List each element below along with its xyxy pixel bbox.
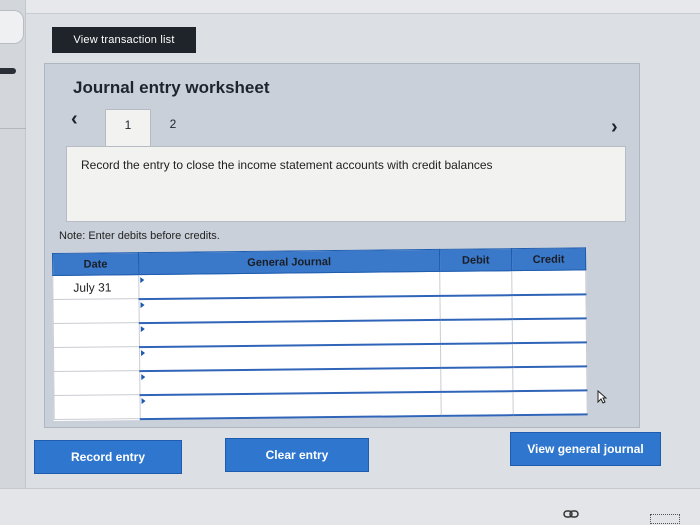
chevron-left-icon[interactable]: ‹: [71, 108, 78, 131]
journal-table: Date General Journal Debit Credit July 3…: [52, 247, 588, 421]
link-icon[interactable]: [563, 506, 579, 522]
debit-cell[interactable]: [439, 270, 513, 296]
credit-input[interactable]: [513, 367, 587, 389]
header-credit: Credit: [511, 247, 586, 271]
grid-icon[interactable]: [650, 514, 680, 524]
table-row: [53, 389, 588, 420]
header-date: Date: [52, 252, 139, 276]
account-input[interactable]: [139, 297, 440, 321]
debit-cell[interactable]: [440, 366, 514, 392]
top-strip: [0, 0, 700, 14]
debit-input[interactable]: [441, 392, 513, 414]
account-input[interactable]: [139, 345, 441, 369]
clear-entry-button[interactable]: Clear entry: [225, 438, 369, 472]
view-general-journal-button[interactable]: View general journal: [510, 432, 661, 466]
credit-input[interactable]: [512, 271, 586, 293]
left-side-marker: [0, 68, 16, 74]
account-cell[interactable]: [138, 295, 441, 323]
view-transaction-list-button[interactable]: View transaction list: [52, 27, 196, 53]
account-input[interactable]: [139, 273, 440, 297]
debit-input[interactable]: [440, 320, 513, 342]
debit-input[interactable]: [441, 368, 513, 390]
tab-2[interactable]: 2: [161, 117, 185, 131]
credit-cell[interactable]: [512, 341, 587, 367]
debit-cell[interactable]: [440, 294, 513, 320]
instruction-text: Record the entry to close the income sta…: [81, 158, 493, 172]
debit-input[interactable]: [440, 296, 512, 318]
date-cell[interactable]: [52, 298, 140, 324]
pointer-cursor-icon: [597, 390, 607, 404]
account-cell[interactable]: [139, 343, 441, 371]
left-side-divider: [0, 128, 26, 129]
record-entry-button[interactable]: Record entry: [34, 440, 182, 474]
credit-input[interactable]: [512, 319, 586, 341]
credit-input[interactable]: [512, 295, 586, 317]
debit-cell[interactable]: [440, 318, 513, 344]
date-cell[interactable]: [53, 346, 140, 372]
debit-cell[interactable]: [440, 342, 513, 368]
account-cell[interactable]: [139, 391, 442, 419]
left-edge: [0, 0, 26, 525]
credit-cell[interactable]: [512, 365, 587, 391]
credit-cell[interactable]: [512, 293, 587, 319]
debit-input[interactable]: [440, 272, 512, 294]
bottom-bar: [0, 488, 700, 525]
header-general-journal: General Journal: [138, 249, 440, 275]
credit-cell[interactable]: [513, 389, 588, 415]
account-input[interactable]: [139, 321, 441, 345]
account-input[interactable]: [140, 369, 441, 393]
date-cell[interactable]: July 31: [52, 274, 139, 300]
date-cell[interactable]: [53, 322, 140, 348]
tab-1[interactable]: 1: [105, 109, 151, 147]
header-debit: Debit: [439, 248, 512, 272]
account-cell[interactable]: [138, 271, 441, 299]
instruction-box: Record the entry to close the income sta…: [66, 146, 626, 222]
debit-cell[interactable]: [441, 390, 514, 416]
credit-input[interactable]: [513, 391, 587, 413]
note-text: Note: Enter debits before credits.: [59, 230, 220, 242]
account-cell[interactable]: [139, 367, 442, 395]
account-cell[interactable]: [139, 319, 441, 347]
debit-input[interactable]: [441, 344, 513, 366]
credit-input[interactable]: [513, 343, 587, 365]
credit-cell[interactable]: [512, 317, 587, 343]
date-cell[interactable]: [53, 394, 141, 420]
chevron-right-icon[interactable]: ›: [611, 116, 618, 139]
account-input[interactable]: [140, 393, 441, 417]
left-side-tab[interactable]: [0, 10, 24, 44]
date-cell[interactable]: [53, 370, 140, 396]
credit-cell[interactable]: [511, 269, 586, 295]
worksheet-title: Journal entry worksheet: [73, 78, 270, 97]
